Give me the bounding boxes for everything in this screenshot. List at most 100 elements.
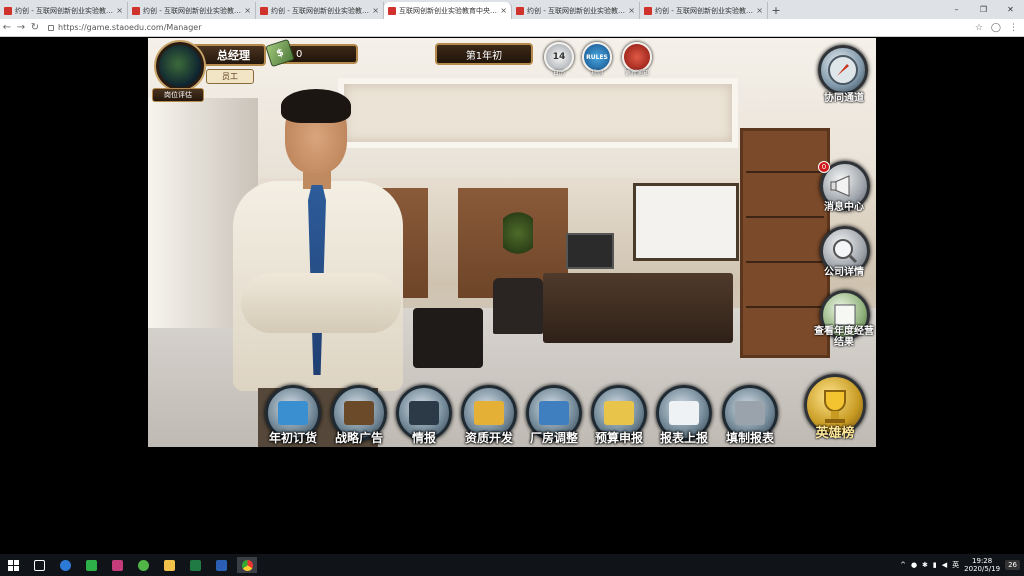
task-view-icon bbox=[33, 559, 45, 571]
clock-time: 19:28 bbox=[972, 557, 993, 565]
close-tab-icon[interactable]: × bbox=[628, 6, 635, 15]
bookcase bbox=[740, 128, 830, 358]
toolbar-label-3: 情报 bbox=[411, 431, 436, 445]
toolbar-label-2: 战略广告 bbox=[334, 431, 383, 445]
calendar-label: 日历 bbox=[552, 70, 565, 77]
site-favicon-icon bbox=[132, 6, 140, 15]
tv-icon bbox=[344, 401, 374, 425]
collab-channel-label: 协同通道 bbox=[824, 93, 864, 104]
truck-icon bbox=[278, 401, 308, 425]
taskbar-excel[interactable] bbox=[185, 557, 205, 573]
tab-title: 约创 - 互联网创新创业实验教育... bbox=[271, 6, 370, 15]
start-button[interactable] bbox=[3, 557, 23, 573]
forward-button[interactable]: → bbox=[14, 22, 28, 33]
close-tab-icon[interactable]: × bbox=[756, 6, 763, 15]
system-tray: ^ ● ✱ ▮ ◀ 英 19:28 2020/5/19 26 bbox=[900, 554, 1020, 576]
clock[interactable]: 19:28 2020/5/19 bbox=[964, 557, 1000, 573]
network-icon[interactable]: ▮ bbox=[933, 561, 937, 569]
bluetooth-icon[interactable]: ✱ bbox=[922, 561, 928, 569]
browser-360-icon bbox=[137, 559, 149, 571]
message-center-label: 消息中心 bbox=[824, 202, 864, 213]
volume-icon[interactable]: ◀ bbox=[942, 561, 947, 569]
collab-channel-button[interactable] bbox=[818, 45, 868, 95]
browser-tab-active[interactable]: 互联网创新创业实验教育中央平... × bbox=[384, 2, 512, 19]
rules-icon: RULES bbox=[586, 53, 608, 61]
tab-title: 约创 - 互联网创新创业实验教育... bbox=[655, 6, 754, 15]
browser-tab[interactable]: 约创 - 互联网创新创业实验教育... × bbox=[512, 2, 640, 19]
toolbar-label-8: 填制报表 bbox=[725, 431, 774, 445]
back-button[interactable]: ← bbox=[0, 22, 14, 33]
notification-center-button[interactable]: 26 bbox=[1005, 560, 1020, 570]
close-window-button[interactable]: ✕ bbox=[997, 0, 1024, 19]
sofa bbox=[413, 308, 483, 368]
office-chair bbox=[493, 278, 543, 334]
url-text: https://game.staoedu.com/Manager bbox=[58, 23, 202, 32]
browser-tab[interactable]: 约创 - 互联网创新创业实验教育... × bbox=[0, 2, 128, 19]
site-favicon-icon bbox=[388, 6, 396, 15]
close-tab-icon[interactable]: × bbox=[116, 6, 123, 15]
tray-expand-icon[interactable]: ^ bbox=[900, 561, 906, 569]
bar-chart-icon bbox=[735, 401, 765, 425]
trophy-icon bbox=[824, 390, 846, 423]
taskbar-chrome[interactable] bbox=[237, 557, 257, 573]
url-field[interactable]: https://game.staoedu.com/Manager bbox=[48, 21, 975, 35]
avatar[interactable] bbox=[156, 42, 204, 90]
game-viewport: 总经理 员工 岗位评估 $ 0 第1年初 14 日历 RULES 规则 更新通知… bbox=[148, 38, 876, 447]
wall-map bbox=[633, 183, 739, 261]
excel-icon bbox=[189, 559, 201, 571]
profile-icon[interactable]: ◯ bbox=[991, 23, 1001, 33]
browser-tab[interactable]: 约创 - 互联网创新创业实验教育... × bbox=[640, 2, 768, 19]
ime-indicator[interactable]: 英 bbox=[952, 560, 959, 570]
tab-title: 约创 - 互联网创新创业实验教育... bbox=[15, 6, 114, 15]
close-tab-icon[interactable]: × bbox=[244, 6, 251, 15]
taskbar-explorer[interactable] bbox=[159, 557, 179, 573]
bookmark-star-icon[interactable]: ☆ bbox=[975, 23, 983, 33]
annual-results-label: 查看年度经营结果 bbox=[814, 326, 874, 348]
windows-logo-icon bbox=[7, 559, 19, 571]
toolbar-label-7: 报表上报 bbox=[659, 431, 708, 445]
chart-board-icon bbox=[669, 401, 699, 425]
taskbar-app-green[interactable] bbox=[133, 557, 153, 573]
site-favicon-icon bbox=[260, 6, 268, 15]
browser-tab[interactable]: 约创 - 互联网创新创业实验教育... × bbox=[128, 2, 256, 19]
company-details-label: 公司详情 bbox=[824, 267, 864, 278]
lock-icon bbox=[48, 24, 54, 31]
question-book-icon bbox=[604, 401, 634, 425]
title-badge: 员工 bbox=[206, 69, 254, 84]
post-evaluation-button[interactable]: 岗位评估 bbox=[152, 88, 204, 102]
reload-button[interactable]: ↻ bbox=[28, 22, 42, 33]
taskbar-word[interactable] bbox=[211, 557, 231, 573]
toolbar-label-1: 年初订货 bbox=[268, 431, 317, 445]
factory-icon bbox=[539, 401, 569, 425]
clock-date: 2020/5/19 bbox=[964, 565, 1001, 573]
microphone-icon[interactable]: ● bbox=[911, 561, 917, 569]
window-controls: – ❐ ✕ bbox=[943, 0, 1024, 19]
close-tab-icon[interactable]: × bbox=[372, 6, 379, 15]
browser-tab-strip: 约创 - 互联网创新创业实验教育... × 约创 - 互联网创新创业实验教育...… bbox=[0, 0, 1024, 19]
money-value: 0 bbox=[296, 48, 303, 60]
taskbar-app-pink[interactable] bbox=[107, 557, 127, 573]
media-app-icon bbox=[111, 559, 123, 571]
office-desk bbox=[543, 273, 733, 343]
browser-menu-icon[interactable]: ⋮ bbox=[1009, 23, 1018, 33]
task-view-button[interactable] bbox=[29, 557, 49, 573]
toolbar-label-6: 预算申报 bbox=[594, 431, 643, 445]
minimize-button[interactable]: – bbox=[943, 0, 970, 19]
wechat-icon bbox=[85, 559, 97, 571]
site-favicon-icon bbox=[516, 6, 524, 15]
new-tab-button[interactable]: + bbox=[768, 2, 784, 19]
restore-button[interactable]: ❐ bbox=[970, 0, 997, 19]
browser-tab[interactable]: 约创 - 互联网创新创业实验教育... × bbox=[256, 2, 384, 19]
office-plant bbox=[503, 208, 533, 258]
taskbar-wechat[interactable] bbox=[81, 557, 101, 573]
address-bar: ← → ↻ https://game.staoedu.com/Manager ☆… bbox=[0, 19, 1024, 37]
tab-title: 互联网创新创业实验教育中央平... bbox=[399, 6, 498, 15]
close-tab-icon[interactable]: × bbox=[500, 6, 507, 15]
binoculars-icon bbox=[409, 401, 439, 425]
tab-title: 约创 - 互联网创新创业实验教育... bbox=[143, 6, 242, 15]
toolbar-label-4: 资质开发 bbox=[464, 431, 513, 445]
taskbar-edge[interactable] bbox=[55, 557, 75, 573]
rules-label: 规则 bbox=[590, 70, 603, 77]
money-counter: $ 0 bbox=[265, 38, 358, 68]
chrome-icon bbox=[241, 559, 253, 571]
